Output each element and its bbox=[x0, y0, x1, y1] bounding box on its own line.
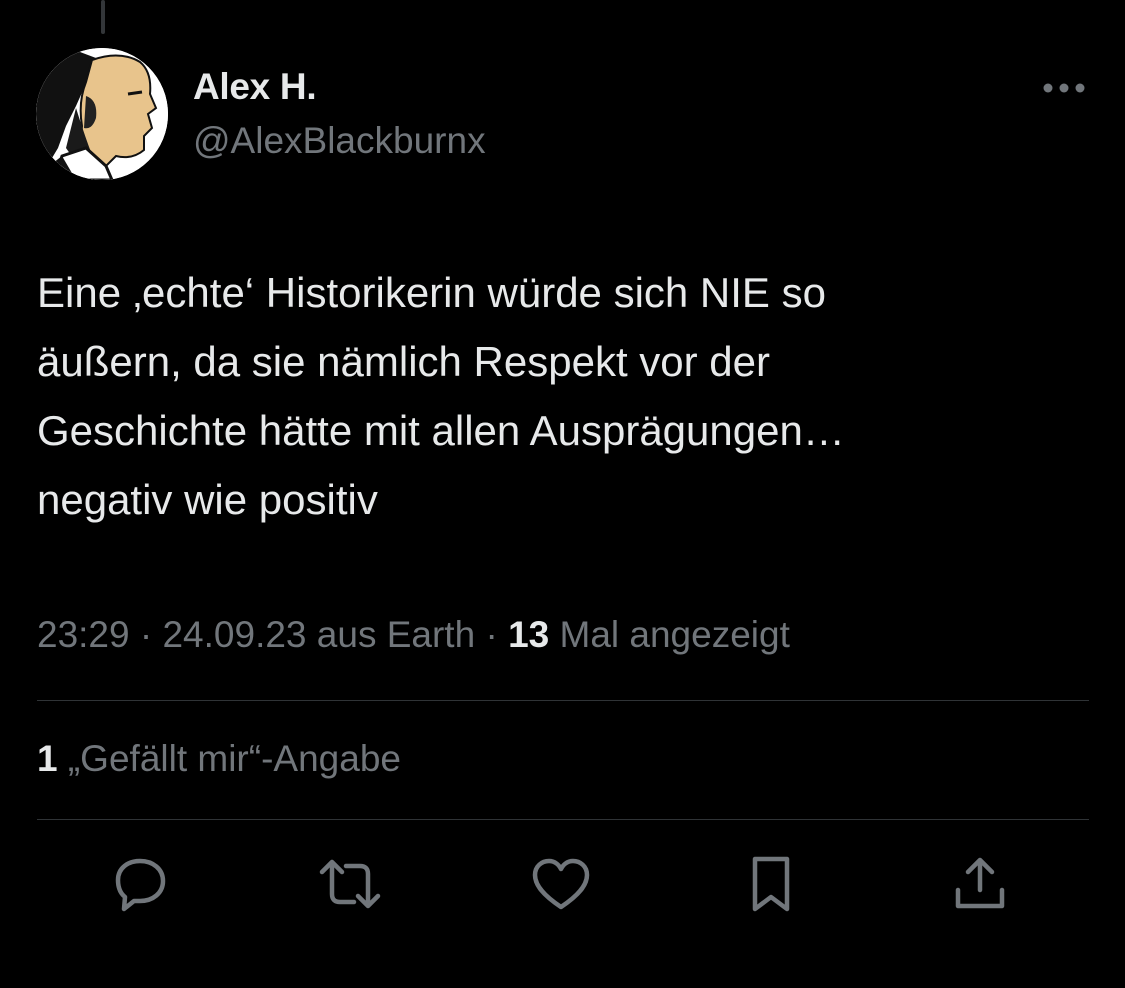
likes-summary[interactable]: 1 „Gefällt mir“-Angabe bbox=[37, 738, 401, 780]
likes-label: „Gefällt mir“-Angabe bbox=[67, 738, 401, 779]
author-handle[interactable]: @AlexBlackburnx bbox=[193, 120, 486, 162]
tweet-text-line: Geschichte hätte mit allen Ausprägungen… bbox=[37, 407, 845, 454]
like-button[interactable] bbox=[529, 852, 593, 916]
tweet-metadata: 23:29 · 24.09.23 aus Earth · 13 Mal ange… bbox=[37, 614, 790, 656]
reply-button[interactable] bbox=[108, 852, 172, 916]
more-horizontal-icon bbox=[1043, 83, 1085, 93]
thread-connector-line bbox=[101, 0, 105, 34]
bookmark-button[interactable] bbox=[739, 852, 803, 916]
tweet-text-line: negativ wie positiv bbox=[37, 476, 378, 523]
tweet-text-line: äußern, da sie nämlich Respekt vor der bbox=[37, 338, 771, 385]
share-button[interactable] bbox=[948, 852, 1012, 916]
repost-button[interactable] bbox=[318, 852, 382, 916]
divider bbox=[37, 700, 1089, 701]
tweet-text-line: Eine ‚echte‘ Historikerin würde sich NIE… bbox=[37, 269, 826, 316]
tweet-time[interactable]: 23:29 bbox=[37, 614, 130, 655]
more-options-button[interactable] bbox=[1036, 72, 1092, 104]
avatar[interactable] bbox=[36, 48, 168, 180]
repost-icon bbox=[319, 859, 381, 909]
bookmark-icon bbox=[752, 856, 790, 912]
tweet-source: aus Earth bbox=[316, 614, 476, 655]
views-label: Mal angezeigt bbox=[559, 614, 790, 655]
author-display-name[interactable]: Alex H. bbox=[193, 66, 317, 108]
reply-bubble-icon bbox=[115, 858, 166, 912]
tweet-date[interactable]: 24.09.23 bbox=[162, 614, 306, 655]
views-count: 13 bbox=[508, 614, 550, 655]
share-upload-icon bbox=[955, 857, 1005, 909]
meta-separator: · bbox=[129, 614, 163, 655]
likes-count: 1 bbox=[37, 738, 58, 779]
tweet-text: Eine ‚echte‘ Historikerin würde sich NIE… bbox=[37, 258, 1087, 534]
divider bbox=[37, 819, 1089, 820]
heart-icon bbox=[532, 858, 590, 910]
avatar-portrait-image bbox=[36, 48, 168, 180]
meta-separator: · bbox=[475, 614, 509, 655]
